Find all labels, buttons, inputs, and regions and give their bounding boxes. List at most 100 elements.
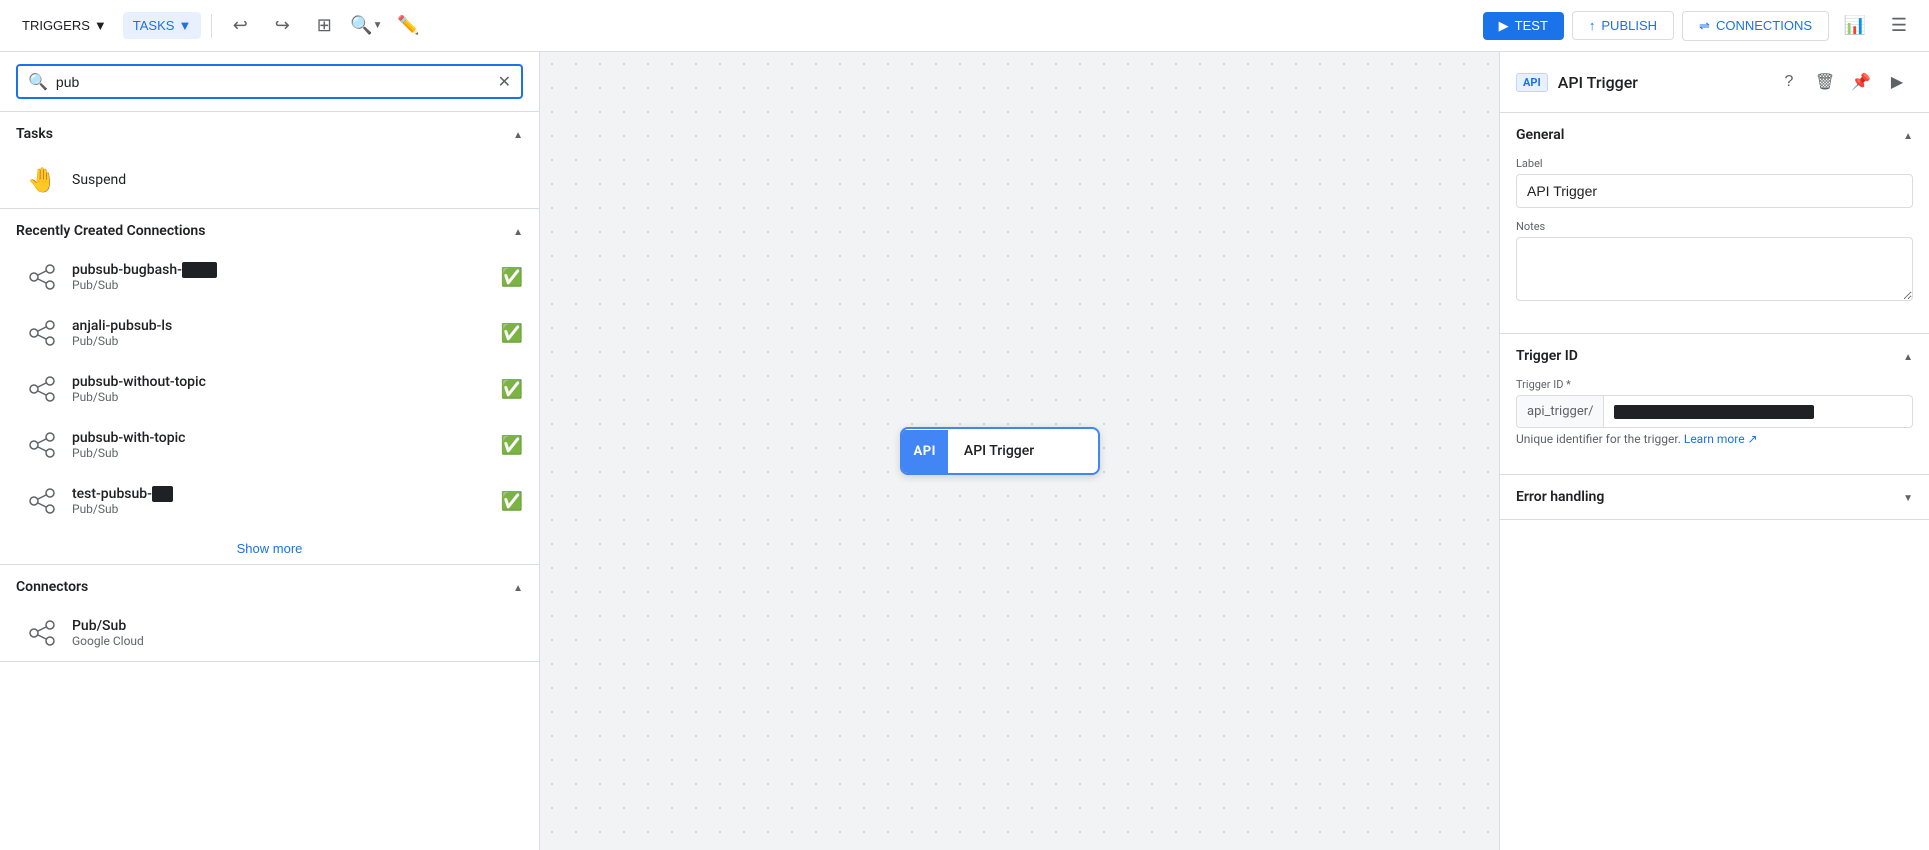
triggers-chevron: ▼ [94, 18, 107, 33]
tasks-section-title: Tasks [16, 126, 53, 142]
conn-info-4: pubsub-with-topic Pub/Sub [72, 430, 489, 460]
right-panel-header: API API Trigger ? 🗑 📌 ▶ [1500, 52, 1929, 113]
suspend-icon-wrap: 🤚 [24, 162, 60, 198]
tasks-button[interactable]: TASKS ▼ [123, 12, 202, 39]
zoom-button[interactable]: 🔍 ▼ [348, 8, 384, 44]
error-handling-header[interactable]: Error handling [1500, 475, 1929, 519]
tasks-chevron: ▼ [178, 18, 191, 33]
test-label: TEST [1515, 18, 1548, 33]
test-button[interactable]: ▶ TEST [1483, 12, 1564, 40]
notes-textarea[interactable] [1516, 237, 1913, 301]
general-section-title: General [1516, 127, 1564, 143]
zoom-chevron-icon: ▼ [373, 20, 383, 31]
general-section: General Label Notes [1500, 113, 1929, 334]
tasks-section-header[interactable]: Tasks [0, 112, 539, 152]
conn-name-4: pubsub-with-topic [72, 430, 489, 446]
main-content: 🔍 ✕ Tasks 🤚 Suspend [0, 52, 1929, 850]
pen-button[interactable]: ✏️ [390, 8, 426, 44]
connectors-title: Connectors [16, 579, 88, 595]
notes-field: Notes [1516, 220, 1913, 305]
connector-pubsub[interactable]: Pub/Sub Google Cloud [0, 605, 539, 661]
left-panel: 🔍 ✕ Tasks 🤚 Suspend [0, 52, 540, 850]
api-trigger-node[interactable]: API API Trigger [900, 427, 1100, 475]
conn-status-icon-4: ✅ [501, 435, 523, 456]
connection-item-test-pubsub[interactable]: test-pubsub- Pub/Sub ✅ [0, 473, 539, 529]
panel-scroll: Tasks 🤚 Suspend Recently Created Connect… [0, 112, 539, 850]
connection-item-with-topic[interactable]: pubsub-with-topic Pub/Sub ✅ [0, 417, 539, 473]
recently-created-header[interactable]: Recently Created Connections [0, 209, 539, 249]
pubsub-icon-1 [24, 259, 60, 295]
api-badge: API [1516, 73, 1548, 92]
redo-button[interactable]: ↪ [264, 8, 300, 44]
general-collapse-icon [1903, 127, 1913, 143]
task-item-suspend[interactable]: 🤚 Suspend [8, 152, 531, 208]
collapse-panel-button[interactable]: ▶ [1881, 66, 1913, 98]
publish-icon: ↑ [1589, 18, 1596, 33]
connectors-collapse-icon [513, 579, 523, 595]
connector-name: Pub/Sub [72, 618, 523, 634]
tasks-section: Tasks 🤚 Suspend [0, 112, 539, 209]
conn-name-1: pubsub-bugbash- [72, 262, 489, 278]
connection-item-anjali[interactable]: anjali-pubsub-ls Pub/Sub ✅ [0, 305, 539, 361]
conn-type-4: Pub/Sub [72, 446, 489, 460]
pen-icon: ✏️ [397, 15, 419, 36]
conn-status-icon-1: ✅ [501, 267, 523, 288]
conn-type-3: Pub/Sub [72, 390, 489, 404]
trigger-id-field: Trigger ID * api_trigger/ Unique identif… [1516, 378, 1913, 446]
pin-button[interactable]: 📌 [1845, 66, 1877, 98]
publish-label: PUBLISH [1601, 18, 1657, 33]
delete-button[interactable]: 🗑 [1809, 66, 1841, 98]
connector-provider: Google Cloud [72, 634, 523, 648]
canvas-area[interactable]: API API Trigger [540, 52, 1499, 850]
toolbar-left: TRIGGERS ▼ TASKS ▼ ↩ ↪ ⊞ 🔍 ▼ ✏️ [12, 8, 1475, 44]
trigger-id-input-group: api_trigger/ [1516, 395, 1913, 428]
search-clear-icon[interactable]: ✕ [498, 72, 511, 91]
conn-status-icon-5: ✅ [501, 491, 523, 512]
connection-item-without-topic[interactable]: pubsub-without-topic Pub/Sub ✅ [0, 361, 539, 417]
conn-name-2: anjali-pubsub-ls [72, 318, 489, 334]
recently-created-title: Recently Created Connections [16, 223, 205, 239]
analytics-button[interactable]: 📊 [1837, 8, 1873, 44]
learn-more-link[interactable]: Learn more ↗ [1684, 432, 1758, 446]
layout-icon: ⊞ [317, 15, 332, 36]
connections-label: CONNECTIONS [1716, 18, 1812, 33]
pubsub-icon-4 [24, 427, 60, 463]
hand-icon: 🤚 [27, 166, 57, 194]
label-field-label: Label [1516, 157, 1913, 170]
toolbar-divider-1 [211, 14, 212, 38]
node-connector [995, 473, 1005, 475]
general-section-header[interactable]: General [1500, 113, 1929, 157]
undo-button[interactable]: ↩ [222, 8, 258, 44]
connectors-section-header[interactable]: Connectors [0, 565, 539, 605]
connections-button[interactable]: ⇌ CONNECTIONS [1682, 11, 1829, 41]
trigger-id-section-body: Trigger ID * api_trigger/ Unique identif… [1500, 378, 1929, 474]
conn-name-5: test-pubsub- [72, 486, 489, 502]
help-button[interactable]: ? [1773, 66, 1805, 98]
trigger-id-collapse-icon [1903, 348, 1913, 364]
connectors-section: Connectors Pub/Sub [0, 565, 539, 662]
label-input[interactable] [1516, 174, 1913, 208]
tasks-label: TASKS [133, 18, 175, 33]
layout-button[interactable]: ⊞ [306, 8, 342, 44]
triggers-button[interactable]: TRIGGERS ▼ [12, 12, 117, 39]
connections-icon: ⇌ [1699, 18, 1710, 34]
node-title: API Trigger [948, 429, 1050, 473]
general-section-body: Label Notes [1500, 157, 1929, 333]
test-play-icon: ▶ [1499, 18, 1509, 34]
conn-type-1: Pub/Sub [72, 278, 489, 292]
connection-item-pubsub-bugbash[interactable]: pubsub-bugbash- Pub/Sub ✅ [0, 249, 539, 305]
error-handling-expand-icon [1903, 489, 1913, 505]
trigger-id-section-header[interactable]: Trigger ID [1500, 334, 1929, 378]
search-box: 🔍 ✕ [16, 64, 523, 99]
search-icon: 🔍 [28, 72, 48, 91]
recently-created-section: Recently Created Connections [0, 209, 539, 565]
suspend-label: Suspend [72, 172, 126, 188]
publish-button[interactable]: ↑ PUBLISH [1572, 11, 1674, 40]
triggers-label: TRIGGERS [22, 18, 90, 33]
trigger-id-section-title: Trigger ID [1516, 348, 1578, 364]
connector-info: Pub/Sub Google Cloud [72, 618, 523, 648]
conn-info-5: test-pubsub- Pub/Sub [72, 486, 489, 516]
more-options-button[interactable]: ☰ [1881, 8, 1917, 44]
show-more-button[interactable]: Show more [237, 541, 303, 556]
search-input[interactable] [56, 74, 490, 90]
